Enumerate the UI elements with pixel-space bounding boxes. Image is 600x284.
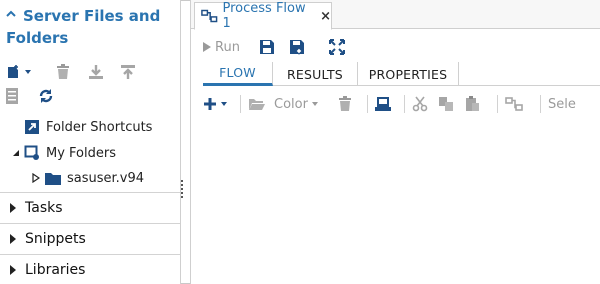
folder-open-icon [249,99,265,110]
tree-item-folder-shortcuts[interactable]: Folder Shortcuts [24,117,152,137]
new-icon [8,65,18,78]
tree-item-label: My Folders [46,145,116,161]
section-tasks[interactable]: Tasks [0,192,180,223]
pane-title: Server Files and Folders [6,5,176,49]
process-flow-canvas[interactable] [191,118,600,284]
pane-splitter-handle[interactable] [180,178,184,200]
pane-toolbar-row2 [6,85,70,107]
tab-flow[interactable]: FLOW [203,62,273,86]
connect-nodes-button[interactable] [505,93,533,115]
pane-toolbar-row1 [6,61,152,83]
save-button[interactable] [259,36,289,58]
upload-button[interactable] [120,61,152,83]
delete-icon [57,64,69,79]
tab-results[interactable]: RESULTS [273,62,358,86]
copy-icon [439,97,453,111]
run-label: Run [215,39,240,55]
color-dropdown[interactable]: Color [274,93,338,115]
tree-item-label: Folder Shortcuts [46,119,153,135]
scissors-icon [412,96,428,112]
new-button[interactable] [6,61,56,83]
process-flow-icon [505,97,523,111]
chevron-down-icon [25,70,31,74]
run-button[interactable]: Run [203,36,259,58]
download-button[interactable] [88,61,120,83]
close-icon[interactable]: × [320,9,331,24]
add-node-button[interactable] [203,93,233,115]
section-label: Tasks [25,200,63,216]
tree-item-sasuser[interactable]: sasuser.v94 [32,168,144,188]
section-label: Snippets [25,231,86,247]
color-label: Color [274,96,308,112]
delete-icon [339,96,351,111]
server-files-pane: Server Files and Folders Folder Shortcut… [0,0,181,284]
select-label: Sele [548,96,576,112]
section-snippets[interactable]: Snippets [0,223,180,254]
download-icon [89,65,103,79]
folder-icon [45,173,61,185]
pane-title-line1: Server Files and [23,7,161,25]
upload-icon [121,65,135,79]
paste-icon [466,96,479,111]
toolbar-divider [367,95,368,113]
play-icon [203,42,211,52]
refresh-button[interactable] [38,85,70,107]
tree-item-label: sasuser.v94 [67,170,145,186]
pane-title-line2: Folders [6,29,69,47]
flow-edit-toolbar: Color Sele [203,93,576,115]
toolbar-divider [240,95,241,113]
delete-button[interactable] [56,61,88,83]
collapsed-arrow-icon[interactable] [32,173,40,183]
save-icon [260,40,274,54]
maximize-icon [329,39,345,55]
tree-item-my-folders[interactable]: My Folders [12,143,116,163]
node-properties-icon [375,97,391,111]
document-tab-bar: Process Flow 1 × [191,0,600,31]
section-libraries[interactable]: Libraries [0,254,180,284]
node-properties-button[interactable] [375,93,397,115]
process-flow-icon [201,9,218,23]
save-as-button[interactable] [289,36,329,58]
folder-shortcut-icon [25,120,39,134]
flow-sub-tabs: FLOW RESULTS PROPERTIES [203,62,600,86]
refresh-icon [39,89,53,103]
section-label: Libraries [25,261,86,278]
properties-icon [6,88,18,104]
properties-button[interactable] [6,85,38,107]
open-button[interactable] [248,93,274,115]
editor-pane: Process Flow 1 × Run FLOW RESULTS PROPER… [190,0,600,284]
save-as-icon [290,40,304,55]
flow-main-toolbar: Run [203,36,359,58]
delete-node-button[interactable] [338,93,360,115]
chevron-down-icon [311,102,318,106]
maximize-button[interactable] [329,36,359,58]
cut-button[interactable] [412,93,438,115]
expanded-arrow-icon[interactable] [12,149,20,157]
tab-process-flow-1[interactable]: Process Flow 1 × [194,1,332,31]
paste-button[interactable] [464,93,490,115]
select-button[interactable]: Sele [548,93,576,115]
toolbar-divider [540,95,541,113]
toolbar-divider [497,95,498,113]
tab-properties[interactable]: PROPERTIES [358,62,459,86]
chevron-down-icon [221,102,227,106]
copy-button[interactable] [438,93,464,115]
collapsed-arrow-icon [10,234,16,244]
collapsed-arrow-icon [10,203,16,213]
toolbar-divider [404,95,405,113]
collapsed-arrow-icon [10,264,16,275]
my-folders-icon [24,145,39,160]
tab-label: Process Flow 1 [222,1,306,31]
plus-icon [204,98,216,110]
